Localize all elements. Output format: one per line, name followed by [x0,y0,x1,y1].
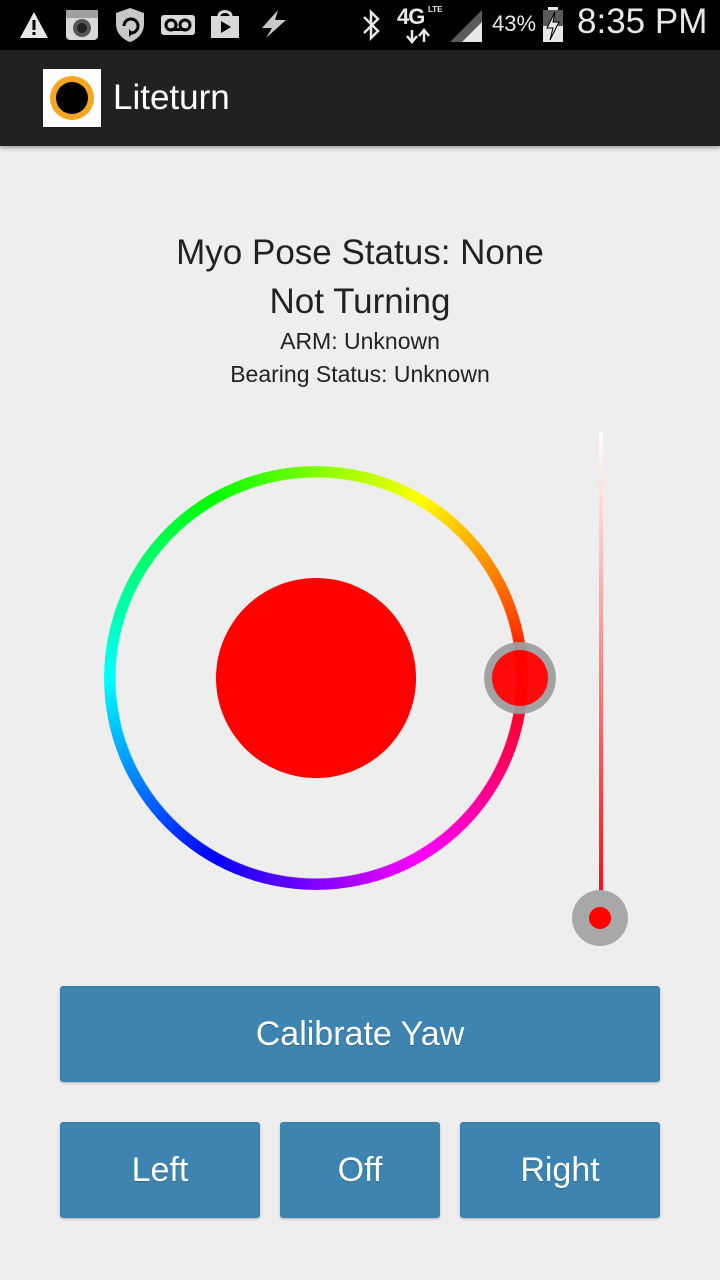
network-sub-label: LTE [428,5,443,14]
play-store-icon [211,10,239,38]
hue-handle[interactable] [484,642,556,714]
liteturn-logo-icon [43,69,101,127]
arm-status: ARM: Unknown [280,328,440,354]
turning-status: Not Turning [269,282,451,321]
right-button[interactable]: Right [460,1122,660,1218]
data-arrows-icon [406,28,430,44]
value-slider-track[interactable] [599,432,603,918]
status-bar: 4G LTE 43% 8:35 PM [0,0,720,50]
signal-icon [450,10,482,42]
network-type: 4G [397,4,425,29]
off-button[interactable]: Off [280,1122,440,1218]
calibrate-yaw-button[interactable]: Calibrate Yaw [60,986,660,1082]
pose-status: Myo Pose Status: None [176,233,544,272]
left-button[interactable]: Left [60,1122,260,1218]
flash-icon [262,10,286,38]
battery-percent: 43% [492,11,537,36]
selected-color-preview [216,578,416,778]
battery-charging-icon [543,7,563,42]
color-wheel[interactable] [104,466,556,890]
voicemail-icon [161,15,195,35]
action-bar: Liteturn [0,50,720,146]
hue-handle-color [492,650,548,706]
app-title: Liteturn [113,78,230,117]
value-slider-handle[interactable] [572,890,628,946]
bearing-status: Bearing Status: Unknown [230,361,490,387]
shield-refresh-icon [116,8,144,42]
bluetooth-icon [363,8,380,42]
camera-app-icon [66,10,98,40]
clock: 8:35 PM [577,2,708,41]
warning-icon [20,12,48,38]
value-slider-handle-color [589,907,611,929]
